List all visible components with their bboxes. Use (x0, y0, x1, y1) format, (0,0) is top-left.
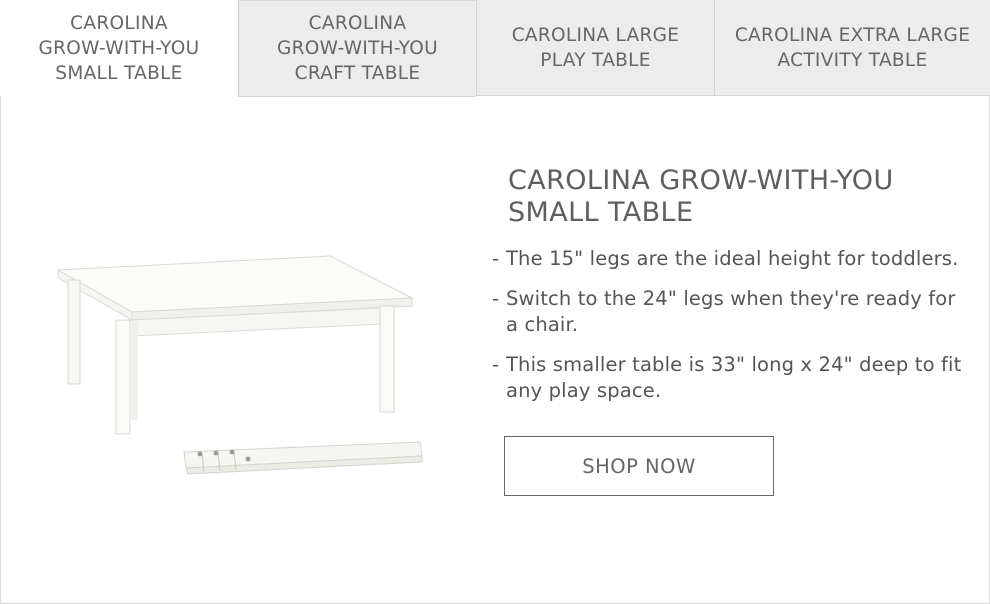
tab-craft-table[interactable]: CAROLINA GROW-WITH-YOU CRAFT TABLE (238, 1, 476, 97)
tab-extra-large-activity-table[interactable]: CAROLINA EXTRA LARGE ACTIVITY TABLE (714, 0, 990, 96)
tab-label: CAROLINA LARGE PLAY TABLE (511, 24, 680, 71)
bullet-dash: - (492, 287, 500, 310)
feature-item: - This smaller table is 33" long x 24" d… (492, 352, 962, 404)
feature-item: - Switch to the 24" legs when they're re… (492, 286, 962, 338)
tab-label: CAROLINA GROW-WITH-YOU CRAFT TABLE (277, 13, 438, 84)
feature-text: The 15" legs are the ideal height for to… (506, 247, 959, 270)
feature-list: - The 15" legs are the ideal height for … (492, 246, 962, 418)
tab-large-play-table[interactable]: CAROLINA LARGE PLAY TABLE (476, 0, 714, 96)
tab-label: CAROLINA GROW-WITH-YOU SMALL TABLE (38, 12, 200, 84)
feature-text: This smaller table is 33" long x 24" dee… (506, 353, 962, 402)
feature-item: - The 15" legs are the ideal height for … (492, 246, 962, 272)
tab-small-table[interactable]: CAROLINA GROW-WITH-YOU SMALL TABLE (0, 0, 238, 96)
tab-label: CAROLINA EXTRA LARGE ACTIVITY TABLE (734, 24, 971, 71)
product-title: CAROLINA GROW-WITH-YOU SMALL TABLE (508, 165, 894, 228)
tab-bar: CAROLINA GROW-WITH-YOU SMALL TABLE CAROL… (0, 0, 990, 97)
feature-text: Switch to the 24" legs when they're read… (506, 287, 956, 336)
bullet-dash: - (492, 247, 500, 270)
table-product-image (56, 255, 423, 475)
bullet-dash: - (492, 353, 500, 376)
shop-now-button[interactable]: SHOP NOW (504, 436, 774, 496)
